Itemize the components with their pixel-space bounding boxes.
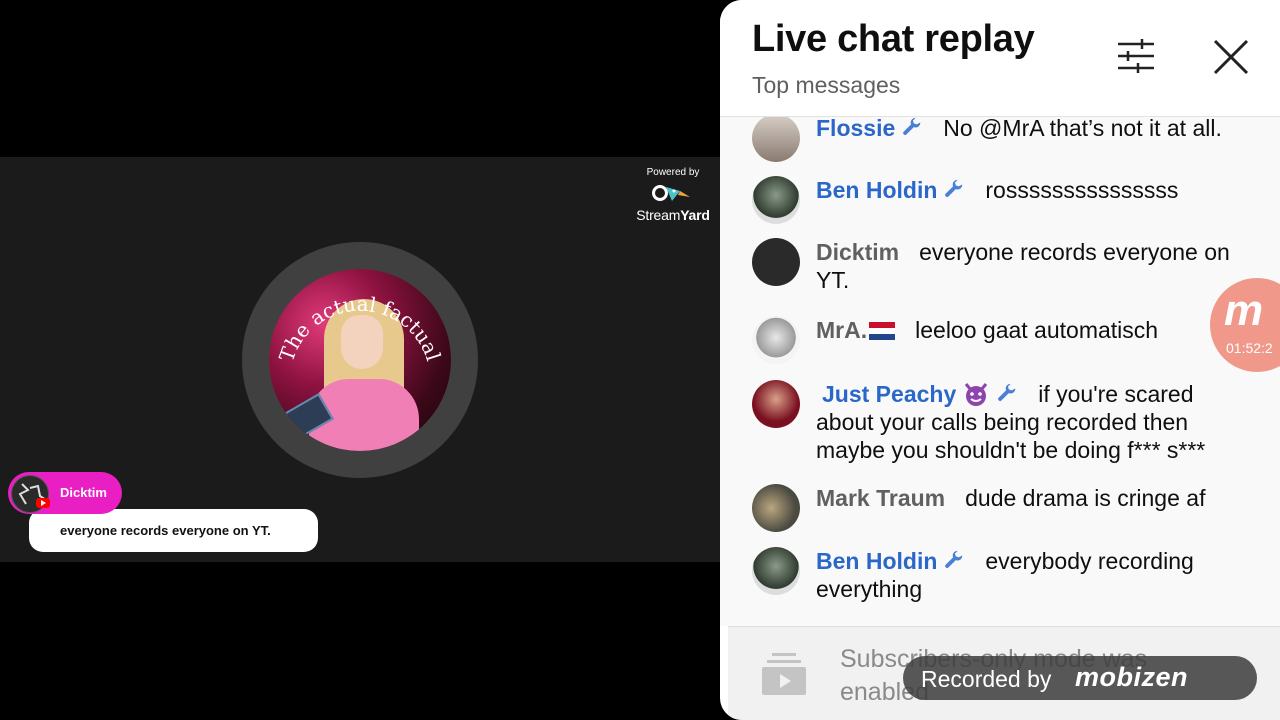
svg-text:The actual factual: The actual factual — [274, 292, 446, 365]
live-chat-panel: Live chat replay Top messages Flossie No … — [720, 0, 1280, 720]
author-name[interactable]: Ben Holdin — [816, 177, 965, 203]
wrench-icon — [945, 179, 963, 197]
author-name[interactable]: Just Peachy — [822, 381, 1018, 407]
brand-plain: Stream — [636, 207, 681, 223]
message-text: leeloo gaat automatisch — [915, 317, 1159, 343]
streamyard-logo-icon — [630, 181, 716, 207]
user-avatar[interactable] — [752, 484, 800, 532]
user-avatar[interactable] — [752, 238, 800, 286]
author-name[interactable]: MrA. — [816, 317, 896, 343]
avatar-arc-text: The actual factual — [274, 292, 446, 365]
host-avatar: The actual factual — [242, 242, 478, 478]
chat-message-list[interactable]: Flossie No @MrA that’s not it at all. Ben… — [720, 116, 1280, 626]
streamyard-branding: Powered by StreamYard — [630, 167, 716, 223]
watermark-brand: mobizen — [1075, 662, 1189, 692]
lower-third-bubble: everyone records everyone on YT. — [29, 509, 318, 552]
wrench-icon — [903, 117, 921, 135]
host-avatar-image: The actual factual — [269, 269, 451, 451]
message-text: rosssssssssssssss — [985, 177, 1179, 203]
lower-third-name: Dicktim — [60, 485, 107, 500]
recorder-logo-letter: m — [1224, 286, 1264, 335]
chat-mode-selector[interactable]: Top messages — [752, 72, 900, 99]
avatar-title: The actual factual — [274, 292, 446, 365]
user-avatar[interactable] — [752, 316, 800, 364]
message-text: dude drama is cringe af — [965, 485, 1206, 511]
filter-sliders-icon[interactable] — [1116, 38, 1156, 74]
lower-third-name-pill: Dicktim — [8, 472, 122, 514]
wrench-icon — [945, 550, 963, 568]
brand-bold: Yard — [680, 207, 710, 223]
wrench-icon — [998, 383, 1016, 401]
author-name[interactable]: Dicktim — [816, 239, 899, 265]
subscriptions-icon — [762, 651, 806, 697]
youtube-icon — [36, 498, 50, 508]
user-avatar[interactable] — [752, 380, 800, 428]
close-icon[interactable] — [1212, 38, 1250, 76]
powered-by-label: Powered by — [646, 167, 700, 178]
message-text: No @MrA that’s not it at all. — [943, 116, 1222, 141]
smiling-devil-emoji-icon — [965, 383, 988, 406]
recorder-watermark: Recorded by mobizen — [903, 656, 1257, 700]
watermark-label: Recorded by — [921, 666, 1052, 692]
author-name[interactable]: Mark Traum — [816, 485, 945, 511]
chat-title: Live chat replay — [752, 18, 1035, 60]
lower-third-message: everyone records everyone on YT. — [60, 523, 271, 538]
author-name[interactable]: Ben Holdin — [816, 548, 965, 574]
user-avatar[interactable] — [752, 116, 800, 162]
user-avatar[interactable] — [752, 176, 800, 224]
author-name[interactable]: Flossie — [816, 116, 923, 141]
user-avatar[interactable] — [752, 547, 800, 595]
chat-header: Live chat replay Top messages — [720, 0, 1280, 117]
streamyard-wordmark: StreamYard — [630, 207, 716, 223]
recording-timer: 01:52:2 — [1226, 340, 1273, 356]
netherlands-flag-icon — [869, 322, 896, 340]
